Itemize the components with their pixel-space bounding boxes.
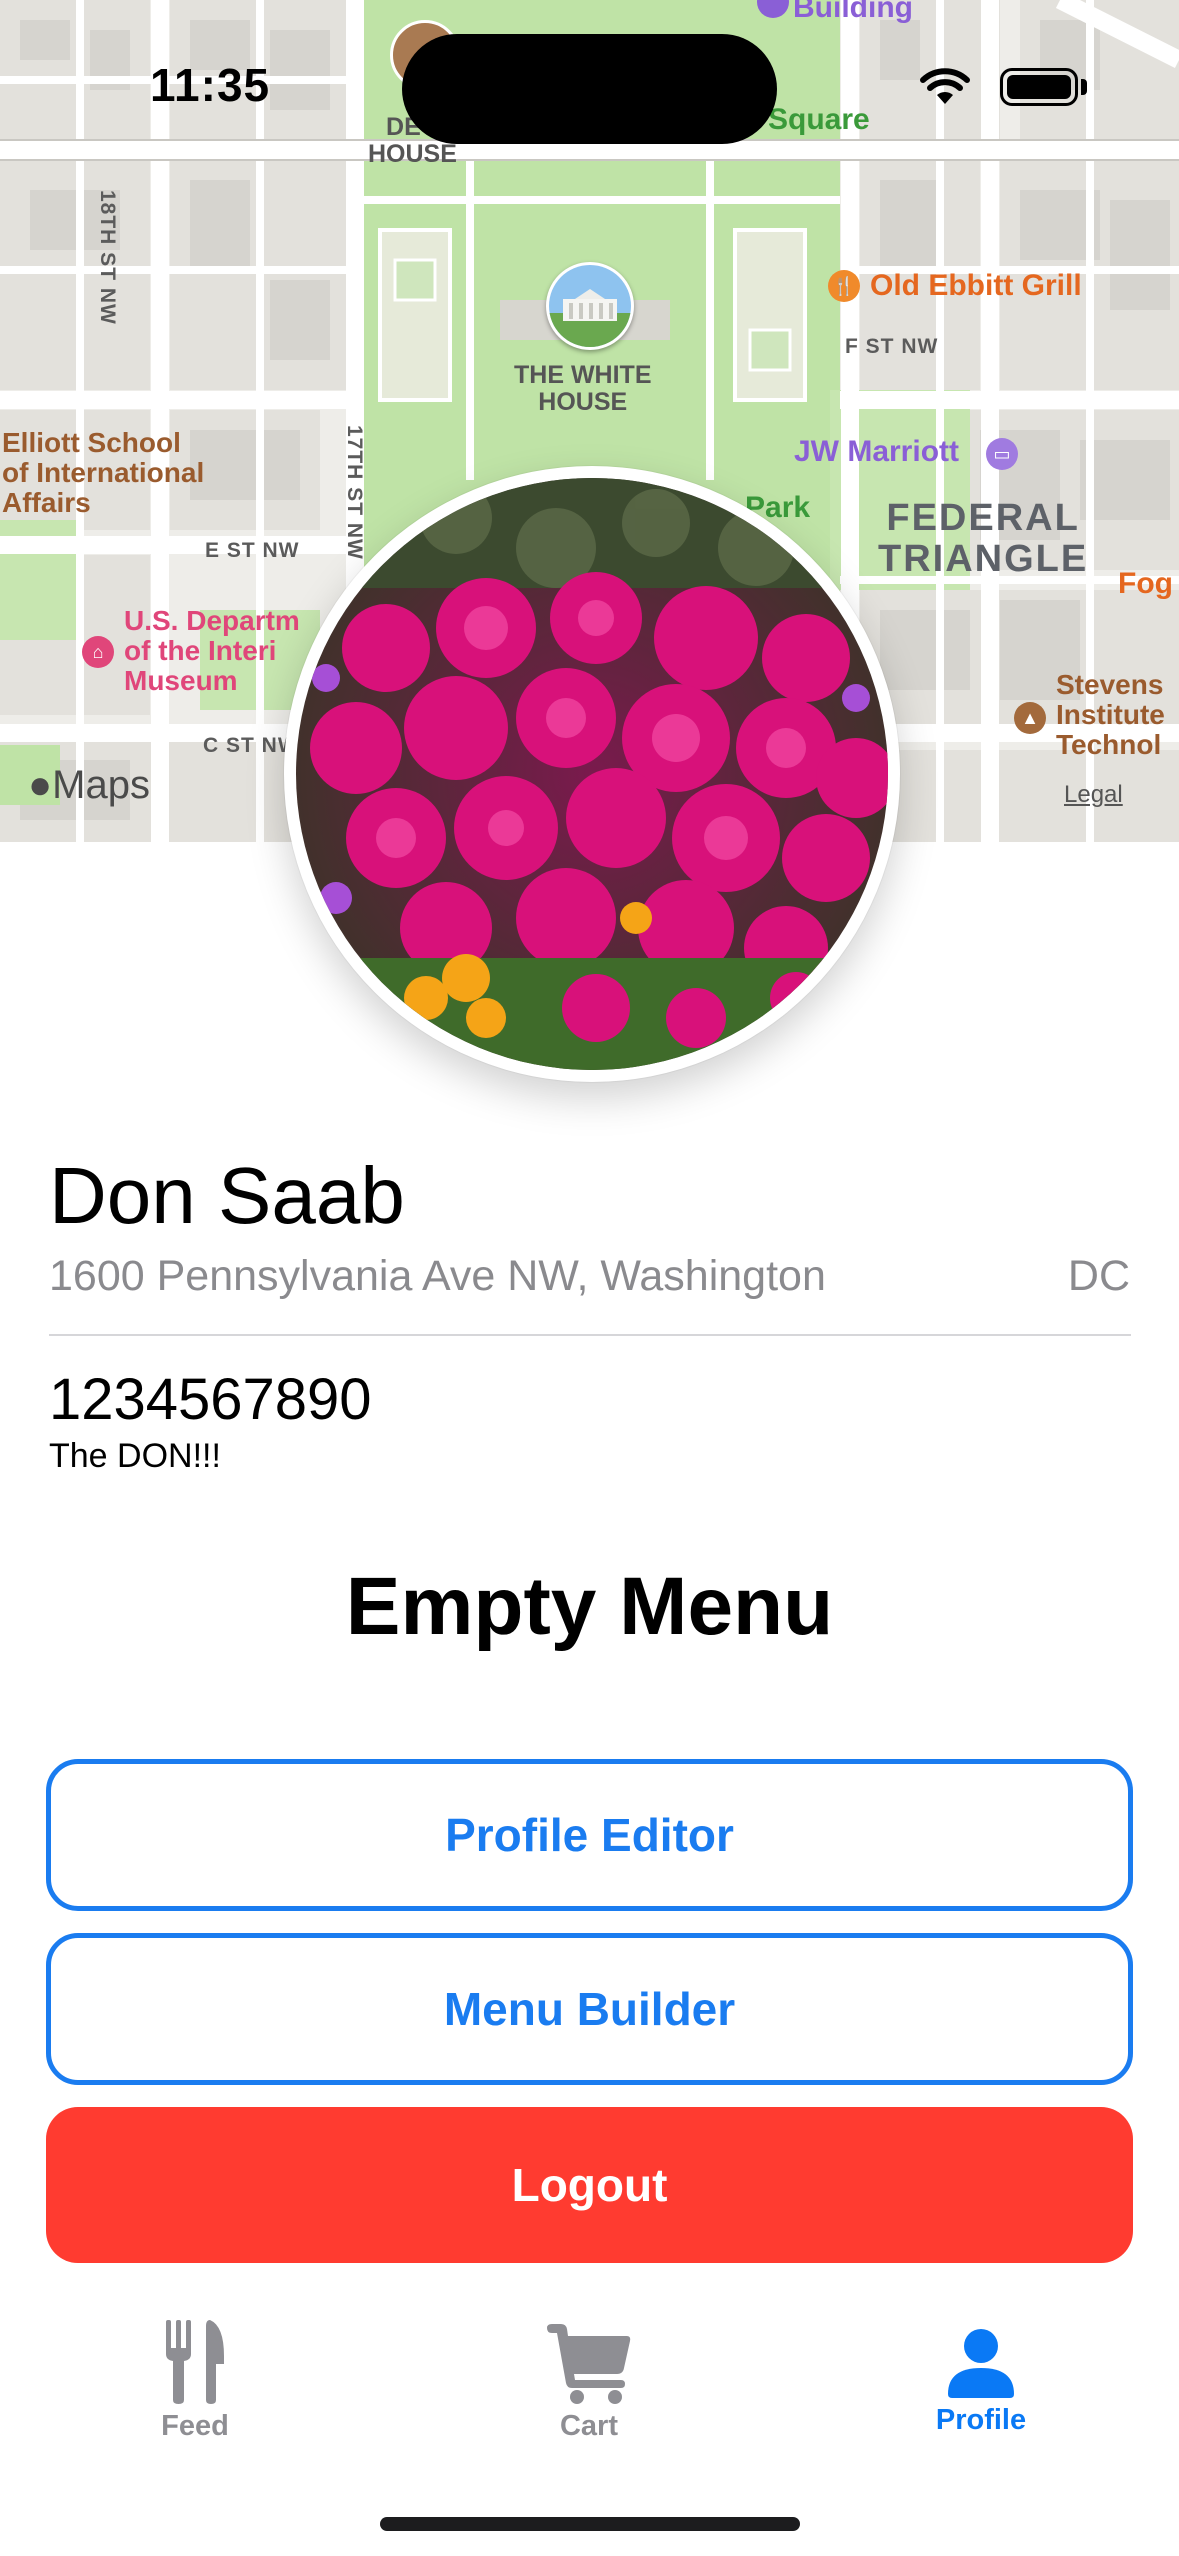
- map-label-museum-line3: Museum: [124, 665, 238, 697]
- divider: [49, 1334, 1131, 1336]
- apple-logo-icon: ●: [28, 763, 53, 807]
- profile-avatar: [284, 466, 900, 1082]
- flower-photo-image: [296, 478, 888, 1070]
- tab-feed[interactable]: Feed: [65, 2300, 325, 2450]
- map-label-federal-triangle: FEDERAL TRIANGLE: [878, 497, 1089, 581]
- map-label-elliott-line1: Elliott School: [2, 427, 181, 458]
- map-label-f-st: F ST NW: [845, 335, 939, 358]
- apple-maps-logo: ●Maps: [28, 763, 150, 807]
- map-label-elliott-line3: Affairs: [2, 487, 91, 519]
- avatar-photo: [296, 478, 888, 1070]
- dynamic-island: [402, 34, 777, 144]
- menu-title: Empty Menu: [345, 1561, 834, 1652]
- tab-cart[interactable]: Cart: [459, 2300, 719, 2450]
- hotel-pin-icon: ▭: [986, 438, 1018, 470]
- map-label-museum-line2: of the Interi: [124, 635, 277, 667]
- fork-knife-icon: [166, 2320, 224, 2404]
- restaurant-pin-icon: 🍴: [828, 270, 860, 302]
- map-label-federal-line1: FEDERAL: [886, 497, 1080, 539]
- map-label-stevens: Stevens Institute Technol: [1056, 669, 1165, 761]
- map-label-interior-museum: U.S. Departm of the Interi Museum: [124, 605, 300, 697]
- map-label-stevens-line2: Institute: [1056, 699, 1165, 731]
- map-label-building: Building: [793, 0, 913, 24]
- home-indicator: [380, 2517, 800, 2531]
- status-time: 11:35: [150, 59, 271, 111]
- map-label-18th-st: 18TH ST NW: [96, 190, 119, 325]
- tab-feed-label: Feed: [161, 2410, 229, 2442]
- wifi-icon: [920, 68, 970, 104]
- profile-editor-button[interactable]: Profile Editor: [46, 1759, 1133, 1911]
- cart-icon: [547, 2324, 631, 2404]
- museum-pin-icon: ⌂: [82, 636, 114, 668]
- tab-profile[interactable]: Profile: [851, 2300, 1111, 2450]
- map-label-jw-marriott: JW Marriott: [794, 435, 959, 468]
- battery-fill: [1007, 75, 1071, 99]
- menu-builder-button[interactable]: Menu Builder: [46, 1933, 1133, 2085]
- logout-button[interactable]: Logout: [46, 2107, 1133, 2263]
- map-label-stevens-line1: Stevens: [1056, 669, 1164, 700]
- school-pin-icon: ▲: [1014, 702, 1046, 734]
- map-label-white-house-line2: HOUSE: [538, 388, 628, 416]
- map-label-white-house: THE WHITE HOUSE: [514, 362, 652, 416]
- profile-name: Don Saab: [49, 1151, 405, 1240]
- profile-phone: 1234567890: [49, 1367, 372, 1432]
- person-icon: [948, 2329, 1014, 2398]
- maps-attribution-text: Maps: [52, 763, 150, 807]
- map-label-square: Square: [768, 103, 870, 136]
- map-label-stevens-line3: Technol: [1056, 729, 1162, 761]
- tab-cart-label: Cart: [559, 2410, 618, 2442]
- battery-icon: [1000, 68, 1078, 106]
- map-label-elliott-line2: of International: [2, 457, 205, 489]
- map-label-17th-st: 17TH ST NW: [343, 425, 366, 560]
- map-legal-link[interactable]: Legal: [1064, 782, 1123, 808]
- tab-profile-label: Profile: [935, 2404, 1027, 2436]
- map-label-museum-line1: U.S. Departm: [124, 605, 300, 636]
- battery-tip: [1081, 79, 1087, 95]
- map-label-federal-line2: TRIANGLE: [878, 538, 1089, 581]
- map-label-elliott-school: Elliott School of International Affairs: [2, 427, 205, 519]
- map-label-old-ebbitt: Old Ebbitt Grill: [870, 269, 1082, 302]
- profile-state: DC: [1067, 1252, 1130, 1300]
- profile-address: 1600 Pennsylvania Ave NW, Washington: [49, 1252, 826, 1300]
- profile-bio: The DON!!!: [49, 1437, 221, 1475]
- map-label-white-house-line1: THE WHITE: [514, 361, 652, 389]
- map-label-fog: Fog: [1118, 567, 1173, 600]
- map-label-e-st: E ST NW: [205, 539, 300, 562]
- white-house-pin[interactable]: [546, 262, 634, 350]
- map-label-decatur-line2: HOUSE: [368, 140, 457, 168]
